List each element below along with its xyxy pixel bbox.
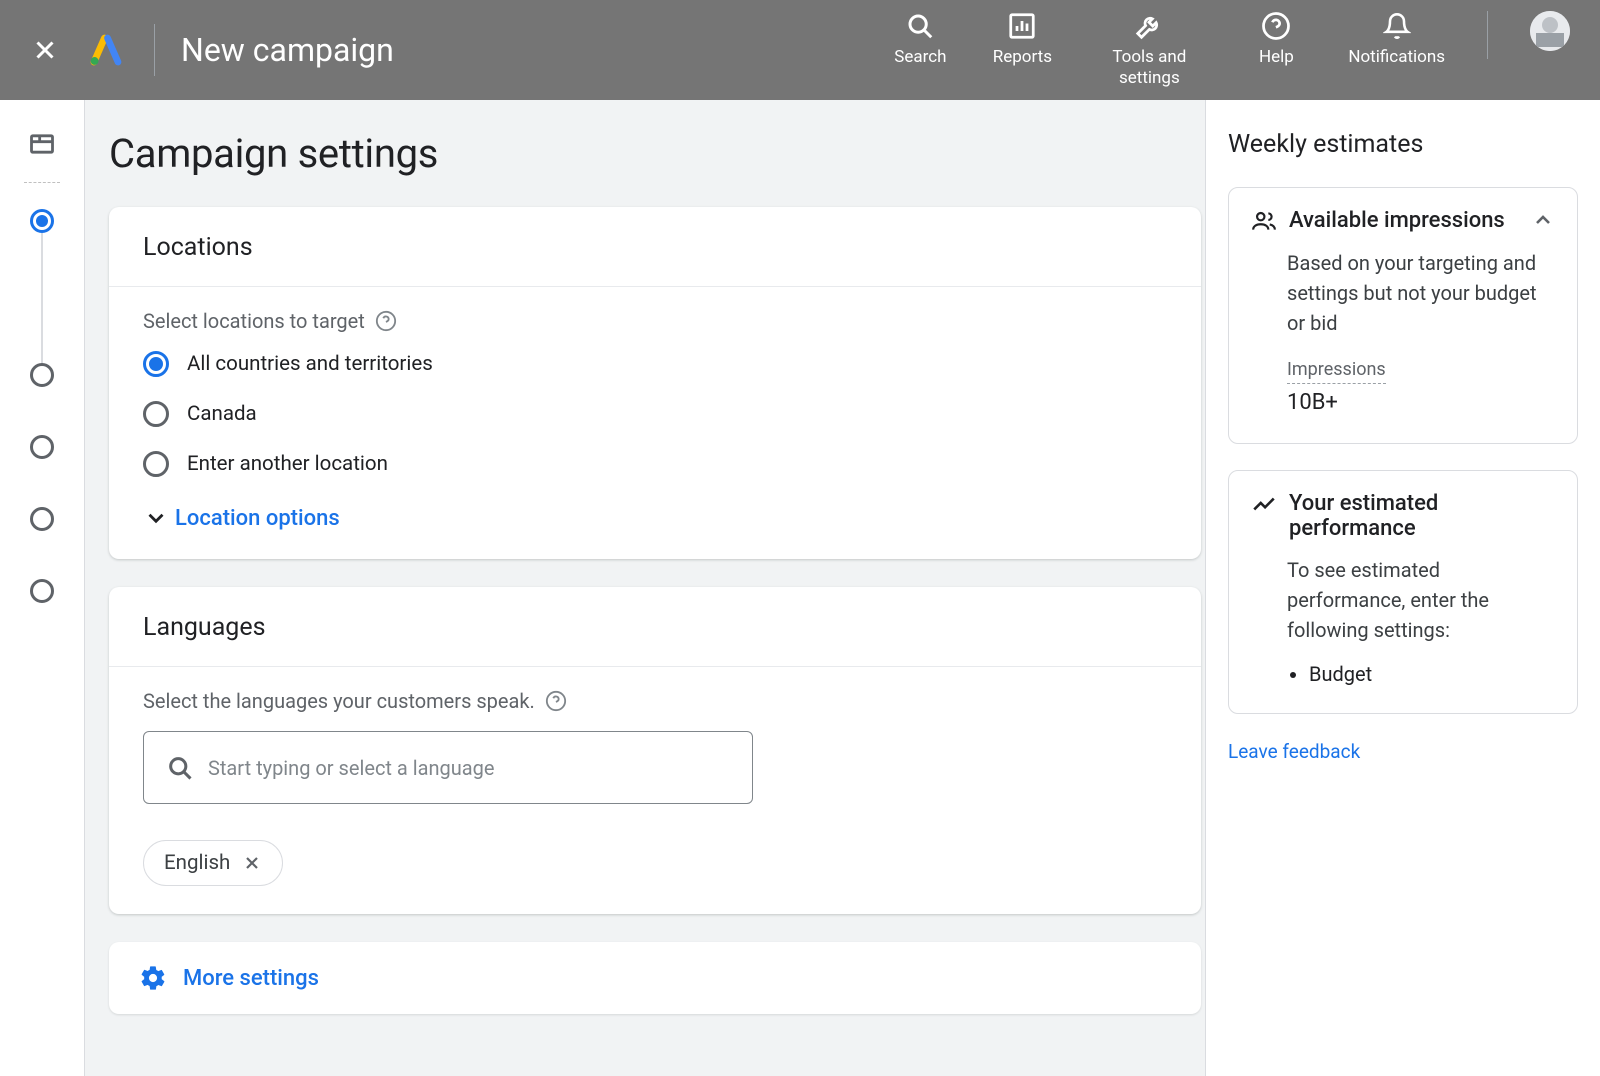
language-input[interactable] bbox=[208, 756, 730, 780]
people-icon bbox=[1251, 208, 1277, 234]
header-search[interactable]: Search bbox=[890, 11, 950, 68]
performance-title: Your estimated performance bbox=[1289, 491, 1555, 541]
header: New campaign Search Reports Tools and se… bbox=[0, 0, 1600, 100]
step-dot-1[interactable] bbox=[30, 209, 54, 233]
radio-icon bbox=[143, 451, 169, 477]
header-notifications[interactable]: Notifications bbox=[1348, 11, 1445, 68]
location-option-all[interactable]: All countries and territories bbox=[143, 351, 1167, 377]
step-dot-4[interactable] bbox=[30, 507, 54, 531]
locations-card: Locations Select locations to target All… bbox=[109, 207, 1201, 559]
close-button[interactable] bbox=[30, 35, 60, 65]
location-option-canada[interactable]: Canada bbox=[143, 401, 1167, 427]
step-dot-5[interactable] bbox=[30, 579, 54, 603]
page-title: New campaign bbox=[181, 31, 394, 69]
step-dot-2[interactable] bbox=[30, 363, 54, 387]
header-help[interactable]: Help bbox=[1246, 11, 1306, 68]
impressions-value: 10B+ bbox=[1287, 386, 1555, 419]
impressions-title: Available impressions bbox=[1289, 208, 1519, 233]
search-icon bbox=[166, 754, 194, 782]
performance-bullet: Budget bbox=[1309, 659, 1555, 689]
impressions-desc: Based on your targeting and settings but… bbox=[1287, 248, 1555, 338]
search-icon bbox=[905, 11, 935, 41]
estimates-heading: Weekly estimates bbox=[1228, 130, 1578, 159]
more-settings-card: More settings bbox=[109, 942, 1201, 1014]
right-sidebar: Weekly estimates Available impressions B… bbox=[1205, 100, 1600, 1076]
help-icon bbox=[1261, 11, 1291, 41]
help-circle-icon[interactable] bbox=[375, 310, 397, 332]
wrench-icon bbox=[1134, 11, 1164, 41]
location-options-toggle[interactable]: Location options bbox=[143, 505, 1167, 531]
header-tools[interactable]: Tools and settings bbox=[1094, 11, 1204, 90]
gear-icon bbox=[139, 964, 167, 992]
avatar-image bbox=[1530, 11, 1570, 51]
performance-desc: To see estimated performance, enter the … bbox=[1287, 555, 1555, 645]
main-content: Campaign settings Locations Select locat… bbox=[85, 100, 1205, 1076]
chart-icon bbox=[1007, 11, 1037, 41]
header-divider-2 bbox=[1487, 11, 1488, 59]
overview-icon[interactable] bbox=[28, 130, 56, 158]
radio-checked-icon bbox=[143, 351, 169, 377]
impressions-card: Available impressions Based on your targ… bbox=[1228, 187, 1578, 444]
step-dot-3[interactable] bbox=[30, 435, 54, 459]
language-search-field[interactable] bbox=[143, 731, 753, 804]
left-rail bbox=[0, 100, 85, 1076]
impressions-label: Impressions bbox=[1287, 356, 1386, 384]
locations-title: Locations bbox=[143, 233, 1167, 262]
languages-card: Languages Select the languages your cust… bbox=[109, 587, 1201, 914]
chevron-down-icon bbox=[143, 505, 169, 531]
bell-icon bbox=[1383, 12, 1411, 40]
close-icon bbox=[30, 35, 60, 65]
google-ads-logo bbox=[88, 32, 124, 68]
header-divider bbox=[154, 24, 155, 76]
close-icon bbox=[242, 853, 262, 873]
rail-divider bbox=[24, 182, 60, 183]
leave-feedback-link[interactable]: Leave feedback bbox=[1228, 740, 1578, 763]
locations-subtitle: Select locations to target bbox=[143, 309, 365, 333]
main-heading: Campaign settings bbox=[109, 130, 1205, 177]
more-settings-button[interactable]: More settings bbox=[139, 964, 1171, 992]
rail-connector-line bbox=[41, 233, 43, 363]
help-circle-icon[interactable] bbox=[545, 690, 567, 712]
avatar[interactable] bbox=[1530, 11, 1570, 51]
languages-title: Languages bbox=[143, 613, 1167, 642]
performance-card: Your estimated performance To see estima… bbox=[1228, 470, 1578, 714]
location-option-other[interactable]: Enter another location bbox=[143, 451, 1167, 477]
radio-icon bbox=[143, 401, 169, 427]
chevron-up-icon[interactable] bbox=[1531, 208, 1555, 232]
chip-remove-button[interactable] bbox=[242, 853, 262, 873]
languages-subtitle: Select the languages your customers spea… bbox=[143, 689, 535, 713]
language-chip-english[interactable]: English bbox=[143, 840, 283, 886]
trend-icon bbox=[1251, 491, 1277, 517]
header-reports[interactable]: Reports bbox=[992, 11, 1052, 68]
